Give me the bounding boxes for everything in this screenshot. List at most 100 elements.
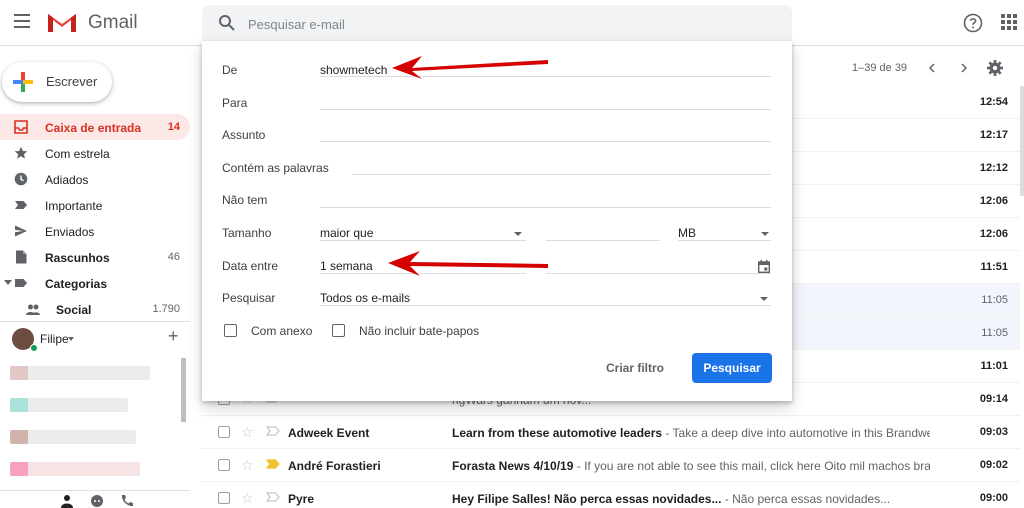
from-underline — [320, 76, 771, 77]
email-snippet: - If you are not able to see this mail, … — [573, 459, 930, 473]
social-count: 1.790 — [152, 303, 180, 315]
contact-blurred[interactable] — [10, 462, 140, 476]
new-chat-plus-icon[interactable]: + — [168, 326, 179, 347]
hangouts-user-name[interactable]: Filipe — [40, 332, 69, 346]
compose-button[interactable]: Escrever — [2, 62, 112, 102]
gmail-logo-icon[interactable] — [46, 10, 78, 34]
row-checkbox[interactable] — [218, 426, 230, 438]
subject-label: Assunto — [222, 128, 266, 142]
table-row[interactable]: ☆ Adweek Event Learn from these automotive… — [202, 416, 1020, 449]
calendar-icon[interactable] — [758, 260, 770, 273]
chevron-down-icon[interactable] — [760, 297, 768, 301]
star-icon[interactable]: ☆ — [241, 457, 254, 474]
drafts-count: 46 — [167, 251, 180, 263]
scrollbar[interactable] — [1020, 86, 1024, 196]
apps-grid-icon[interactable] — [1001, 14, 1017, 30]
important-marker-icon[interactable] — [266, 459, 280, 469]
inbox-icon — [14, 120, 28, 134]
unread-count: 14 — [167, 121, 180, 133]
email-sender: Adweek Event — [288, 426, 370, 440]
search-button[interactable]: Pesquisar — [692, 353, 772, 383]
no-words-label: Não tem — [222, 193, 268, 207]
important-marker-icon[interactable] — [266, 426, 280, 436]
chevron-left-icon[interactable] — [926, 62, 938, 74]
email-sender: Pyre — [288, 492, 315, 506]
sidebar-item-categories[interactable]: Categorias — [0, 270, 190, 296]
table-row[interactable]: ☆ Pyre Hey Filipe Salles! Não perca essas … — [202, 482, 1020, 508]
size-value-field[interactable] — [546, 240, 660, 241]
gear-icon[interactable] — [987, 60, 1003, 76]
people-icon — [26, 304, 40, 315]
has-attachment-label[interactable]: Com anexo — [251, 324, 312, 338]
no-words-field[interactable] — [320, 207, 771, 208]
email-subject: Hey Filipe Salles! Não perca essas novid… — [452, 492, 722, 506]
chevron-down-icon[interactable] — [68, 337, 74, 341]
has-attachment-checkbox[interactable] — [224, 324, 237, 337]
star-icon[interactable]: ☆ — [241, 424, 254, 441]
contact-blurred[interactable] — [10, 430, 136, 444]
size-operator-underline — [320, 240, 526, 241]
email-time: 11:05 — [981, 294, 1008, 306]
pagination-range: 1–39 de 39 — [852, 62, 908, 74]
from-field[interactable]: showmetech — [320, 63, 387, 77]
date-range-underline — [320, 273, 526, 274]
sidebar-item-drafts[interactable]: Rascunhos 46 — [0, 244, 190, 270]
search-in-label: Pesquisar — [222, 291, 276, 305]
contact-blurred[interactable] — [10, 366, 150, 380]
important-icon — [15, 201, 27, 209]
contacts-person-icon[interactable] — [60, 494, 74, 508]
email-time: 11:05 — [981, 327, 1008, 339]
help-icon[interactable] — [963, 13, 983, 33]
search-input[interactable] — [248, 14, 648, 34]
main-menu-icon[interactable] — [14, 14, 30, 28]
important-marker-icon[interactable] — [266, 492, 280, 502]
search-icon[interactable] — [218, 14, 236, 32]
chevron-right-icon[interactable] — [958, 62, 970, 74]
sidebar-item-label: Enviados — [45, 225, 95, 239]
email-time: 09:00 — [979, 492, 1008, 504]
sidebar-item-social[interactable]: Social 1.790 — [0, 296, 190, 322]
online-status-icon — [30, 344, 38, 352]
email-snippet: - Não perca essas novidades... — [721, 492, 891, 506]
email-time: 09:02 — [979, 459, 1008, 471]
create-filter-button[interactable]: Criar filtro — [606, 361, 664, 375]
sidebar-item-important[interactable]: Importante — [0, 192, 190, 218]
send-icon — [15, 225, 27, 237]
sidebar-item-inbox[interactable]: Caixa de entrada 14 — [0, 114, 190, 140]
scrollbar[interactable] — [181, 358, 186, 422]
row-checkbox[interactable] — [218, 459, 230, 471]
email-sender: André Forastieri — [288, 459, 381, 473]
email-subject: Forasta News 4/10/19 — [452, 459, 574, 473]
email-subject: Learn from these automotive leaders — [452, 426, 663, 440]
exclude-chats-checkbox[interactable] — [332, 324, 345, 337]
to-field[interactable] — [320, 109, 771, 110]
date-range-select[interactable]: 1 semana — [320, 259, 373, 273]
size-unit-select[interactable]: MB — [678, 226, 696, 240]
chat-bubble-icon[interactable] — [90, 494, 104, 508]
clock-icon — [14, 172, 28, 186]
row-checkbox[interactable] — [218, 492, 230, 504]
email-subject-line: Hey Filipe Salles! Não perca essas novid… — [452, 492, 930, 506]
star-icon[interactable]: ☆ — [241, 490, 254, 507]
exclude-chats-label[interactable]: Não incluir bate-papos — [359, 324, 479, 338]
sidebar-item-snoozed[interactable]: Adiados — [0, 166, 190, 192]
email-time: 12:54 — [979, 96, 1008, 108]
search-in-select[interactable]: Todos os e-mails — [320, 291, 410, 305]
chevron-down-icon[interactable] — [514, 232, 522, 236]
email-time: 09:03 — [979, 426, 1008, 438]
contact-blurred[interactable] — [10, 398, 128, 412]
subject-field[interactable] — [320, 141, 771, 142]
date-field[interactable] — [546, 273, 771, 274]
has-words-field[interactable] — [352, 174, 771, 175]
chevron-down-icon[interactable] — [761, 232, 769, 236]
sidebar-item-sent[interactable]: Enviados — [0, 218, 190, 244]
email-time: 11:01 — [980, 360, 1008, 372]
expand-caret-icon[interactable] — [4, 280, 12, 285]
sidebar-item-label: Categorias — [45, 277, 108, 291]
search-bar[interactable] — [202, 5, 792, 41]
table-row[interactable]: ☆ André Forastieri Forasta News 4/10/19 - … — [202, 449, 1020, 482]
phone-icon[interactable] — [120, 494, 134, 508]
sidebar-item-starred[interactable]: Com estrela — [0, 140, 190, 166]
sidebar-nav: Caixa de entrada 14 Com estrela Adiados … — [0, 114, 190, 322]
size-operator-select[interactable]: maior que — [320, 226, 373, 240]
